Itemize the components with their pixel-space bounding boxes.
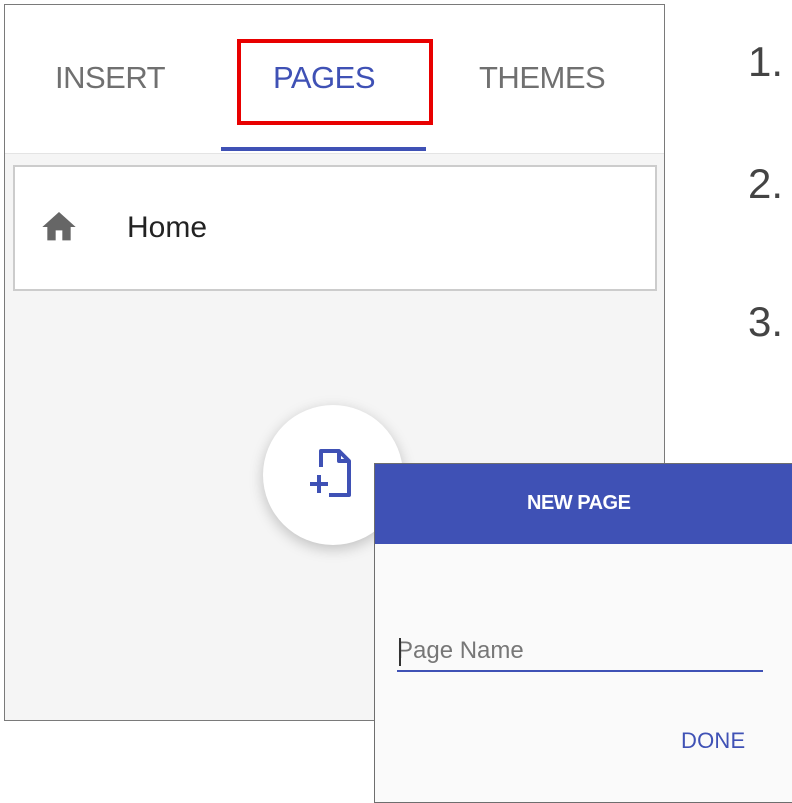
step-number: 1. <box>748 38 784 85</box>
dialog-header: NEW PAGE <box>375 464 792 544</box>
tab-insert[interactable]: INSERT <box>55 60 166 96</box>
active-tab-indicator <box>221 147 426 151</box>
done-button[interactable]: DONE <box>681 728 745 754</box>
new-page-dialog: NEW PAGE DONE <box>374 463 792 803</box>
text-caret <box>399 638 401 666</box>
home-icon <box>42 212 76 241</box>
tab-themes[interactable]: THEMES <box>479 60 606 96</box>
page-item-home[interactable]: Home <box>13 165 657 291</box>
highlight-annotation-box <box>237 39 433 125</box>
dialog-title: NEW PAGE <box>527 492 631 514</box>
page-item-label: Home <box>127 211 208 244</box>
page-name-input[interactable] <box>397 632 763 672</box>
step-number: 3. <box>748 298 784 345</box>
tab-bar: INSERT PAGES THEMES <box>5 5 664 154</box>
step-number: 2. <box>748 160 784 207</box>
add-page-icon <box>310 449 351 497</box>
